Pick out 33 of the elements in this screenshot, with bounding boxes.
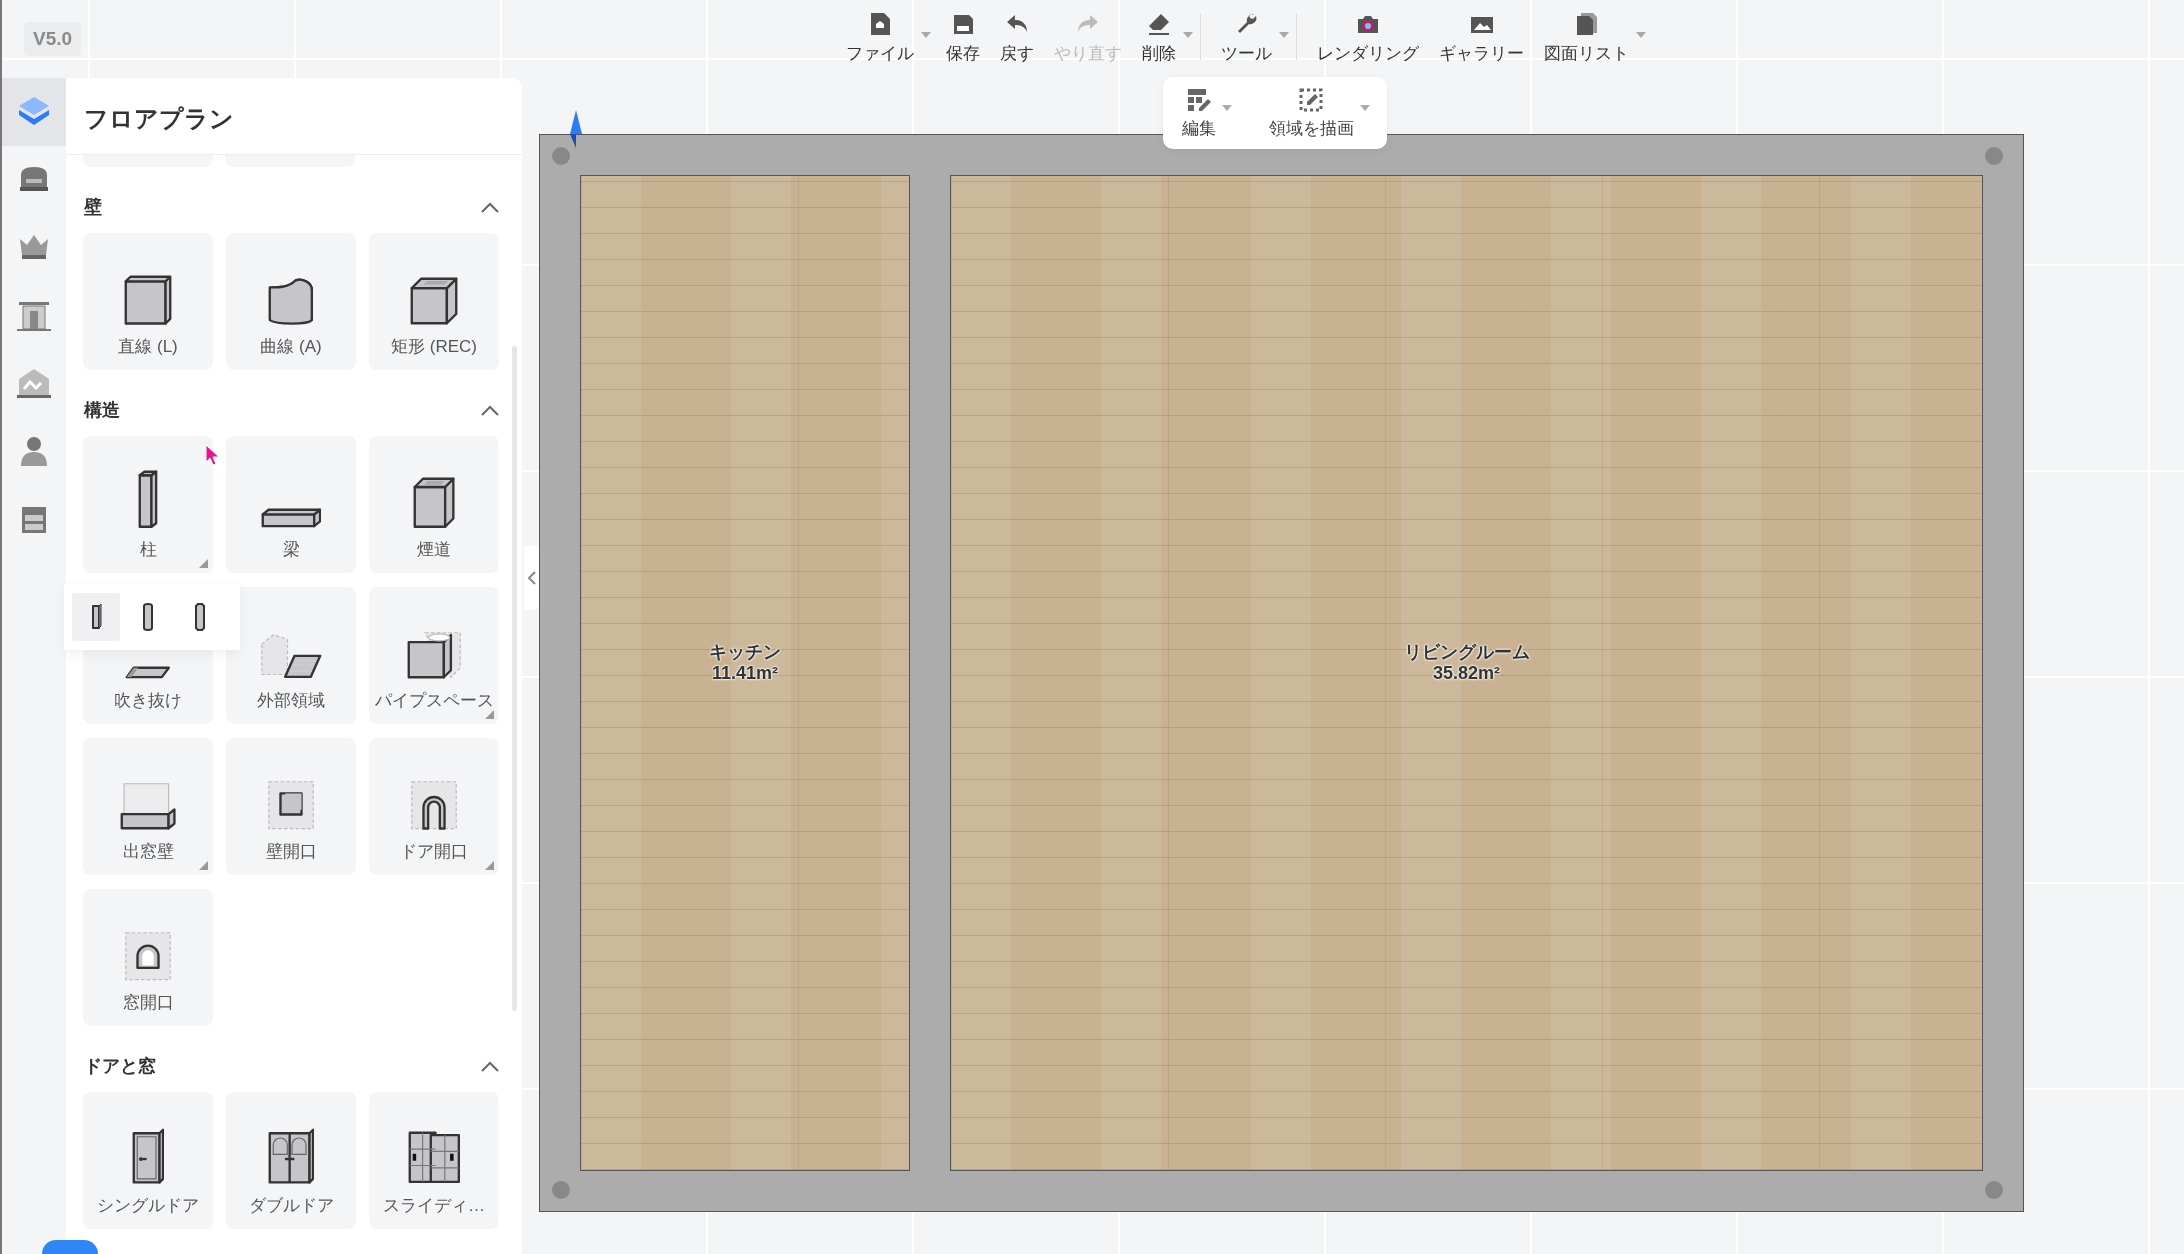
toolbar-button[interactable]: レンダリング — [1309, 0, 1427, 69]
item-card[interactable]: 壁開口 — [226, 738, 356, 875]
item-card[interactable]: 柱 — [83, 436, 213, 573]
toolbar-button[interactable]: 削除 — [1134, 0, 1196, 69]
item-card[interactable]: パイプスペース — [369, 587, 499, 724]
room-area: 11.41m² — [711, 663, 779, 684]
room-name: リビングルーム — [1403, 642, 1530, 663]
section-title: ドアと窓 — [84, 1055, 156, 1078]
item-card[interactable]: 出窓壁 — [83, 738, 213, 875]
section-title: 壁 — [84, 196, 102, 219]
room-floor[interactable]: キッチン 11.41m² — [580, 175, 910, 1171]
item-card[interactable]: 窓開口 — [83, 889, 213, 1026]
item-card[interactable]: スライディ… — [369, 1092, 499, 1229]
item-card[interactable]: 曲線 (A) — [226, 233, 356, 370]
item-card[interactable]: 外部領域 — [226, 587, 356, 724]
toolbar-button[interactable]: ギャラリー — [1431, 0, 1532, 69]
toolbar-button[interactable]: 戻す — [992, 0, 1042, 69]
item-card[interactable]: 梁 — [226, 436, 356, 573]
room-floor[interactable]: リビングルーム 35.82m² — [950, 175, 1983, 1171]
toolbar-button[interactable]: ツール — [1213, 0, 1292, 69]
item-card[interactable]: 直線 (L) — [83, 233, 213, 370]
room-area: 35.82m² — [1432, 663, 1500, 684]
room-name: キッチン — [709, 642, 781, 663]
toolbar-button[interactable]: ファイル — [838, 0, 934, 69]
version-badge: V5.0 — [24, 22, 82, 56]
section-title: 構造 — [84, 399, 120, 422]
item-card[interactable]: シングルドア — [83, 1092, 213, 1229]
toolbar-button[interactable]: 保存 — [938, 0, 988, 69]
item-card[interactable]: ドア開口 — [369, 738, 499, 875]
item-card[interactable]: ダブルドア — [226, 1092, 356, 1229]
item-card[interactable]: 矩形 (REC) — [369, 233, 499, 370]
toolbar-button[interactable]: 図面リスト — [1536, 0, 1649, 69]
item-card[interactable]: 煙道 — [369, 436, 499, 573]
